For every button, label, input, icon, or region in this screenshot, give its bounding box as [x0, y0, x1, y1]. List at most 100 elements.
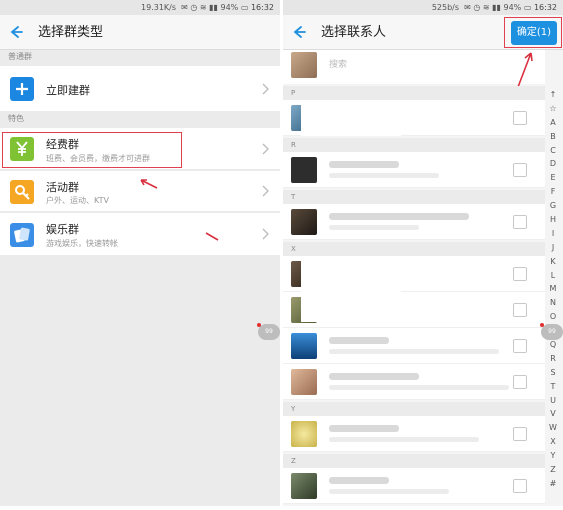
select-checkbox[interactable] [513, 215, 527, 229]
select-checkbox[interactable] [513, 303, 527, 317]
contact-detail [329, 349, 499, 354]
select-checkbox[interactable] [513, 111, 527, 125]
index-letter[interactable]: F [543, 185, 563, 199]
select-checkbox[interactable] [513, 375, 527, 389]
index-letter[interactable]: J [543, 241, 563, 255]
index-letter[interactable]: A [543, 116, 563, 130]
group-type-screen: 19.31K/s ✉ ◷ ≋ ▮▮ 94% ▭ 16:32 选择群类型 普通群 … [0, 0, 280, 506]
index-letter[interactable]: N [543, 296, 563, 310]
redaction [301, 100, 401, 136]
index-letter[interactable]: E [543, 171, 563, 185]
network-speed: 525b/s [431, 3, 460, 12]
index-letter[interactable]: U [543, 394, 563, 408]
avatar [291, 369, 317, 395]
contact-name [329, 213, 469, 220]
avatar [291, 157, 317, 183]
index-letter[interactable]: L [543, 269, 563, 283]
contact-row[interactable] [283, 204, 545, 240]
index-letter[interactable]: R [543, 352, 563, 366]
group-header-t: T [283, 190, 545, 204]
index-letter[interactable]: Q [543, 338, 563, 352]
group-header-p: P [283, 86, 545, 100]
index-letter[interactable]: K [543, 255, 563, 269]
index-letter[interactable]: W [543, 421, 563, 435]
page-title: 选择群类型 [38, 25, 104, 40]
index-letter[interactable]: Y [543, 449, 563, 463]
index-letter[interactable]: ☆ [543, 102, 563, 116]
section-label-normal: 普通群 [0, 50, 280, 64]
select-contact-screen: 525b/s ✉ ◷ ≋ ▮▮ 94% ▭ 16:32 选择联系人 确定(1) … [283, 0, 563, 506]
status-bar: 19.31K/s ✉ ◷ ≋ ▮▮ 94% ▭ 16:32 [0, 0, 280, 15]
contact-detail [329, 437, 479, 442]
page-title: 选择联系人 [321, 25, 387, 40]
group-header-x: X [283, 242, 545, 256]
index-letter[interactable]: Z [543, 463, 563, 477]
redaction [301, 256, 401, 322]
index-letter[interactable]: ↑ [543, 88, 563, 102]
annotation-arrow [140, 179, 158, 189]
entertainment-group-row[interactable]: 娱乐群 游戏娱乐，快速转帐 [0, 213, 280, 256]
select-checkbox[interactable] [513, 339, 527, 353]
index-letter[interactable]: X [543, 435, 563, 449]
floating-bubble[interactable]: 99 [540, 323, 563, 340]
chevron-right-icon [262, 228, 270, 240]
index-letter[interactable]: S [543, 366, 563, 380]
avatar [291, 473, 317, 499]
contact-name [329, 337, 389, 344]
avatar [291, 52, 317, 78]
status-bar: 525b/s ✉ ◷ ≋ ▮▮ 94% ▭ 16:32 [283, 0, 563, 15]
avatar [291, 209, 317, 235]
contact-name [329, 425, 399, 432]
back-arrow-icon[interactable] [291, 24, 307, 40]
contact-row[interactable] [283, 468, 545, 504]
section-label-special: 特色 [0, 112, 280, 126]
highlight-box [504, 17, 562, 48]
index-letter[interactable]: # [543, 477, 563, 491]
contact-row[interactable] [283, 328, 545, 364]
index-letter[interactable]: B [543, 130, 563, 144]
index-letter[interactable]: D [543, 157, 563, 171]
contact-row[interactable] [283, 416, 545, 452]
create-group-row[interactable]: 立即建群 [0, 66, 280, 112]
alphabet-index[interactable]: ↑☆ABCDEFGHIJKLMNOPQRSTUVWXYZ# [543, 88, 563, 491]
select-checkbox[interactable] [513, 479, 527, 493]
index-letter[interactable]: H [543, 213, 563, 227]
battery-level: 94% [503, 3, 522, 12]
group-header-r: R [283, 138, 545, 152]
highlight-box [2, 132, 182, 168]
clock: 16:32 [533, 3, 557, 12]
index-letter[interactable]: V [543, 407, 563, 421]
chevron-right-icon [262, 143, 270, 155]
index-letter[interactable]: G [543, 199, 563, 213]
select-checkbox[interactable] [513, 267, 527, 281]
avatar [291, 421, 317, 447]
search-bar[interactable]: 搜索 [283, 50, 545, 84]
cards-icon [10, 223, 34, 247]
network-speed: 19.31K/s [141, 3, 177, 12]
index-letter[interactable]: M [543, 282, 563, 296]
contact-name [329, 373, 419, 380]
annotation-mark [205, 232, 219, 241]
search-input[interactable]: 搜索 [329, 50, 347, 80]
index-letter[interactable]: C [543, 144, 563, 158]
battery-level: 94% [220, 3, 239, 12]
row-desc: 户外、运动、KTV [46, 196, 109, 205]
chevron-right-icon [262, 185, 270, 197]
index-letter[interactable]: T [543, 380, 563, 394]
index-letter[interactable]: O [543, 310, 563, 324]
row-name: 活动群 [46, 181, 79, 194]
row-name: 娱乐群 [46, 223, 79, 236]
top-bar: 选择群类型 [0, 15, 280, 50]
group-header-y: Y [283, 402, 545, 416]
floating-bubble[interactable]: 99 [257, 323, 280, 340]
select-checkbox[interactable] [513, 163, 527, 177]
index-letter[interactable]: I [543, 227, 563, 241]
contact-name [329, 477, 389, 484]
chevron-right-icon [262, 83, 270, 95]
contact-name [329, 161, 399, 168]
contact-row[interactable] [283, 152, 545, 188]
back-arrow-icon[interactable] [8, 24, 24, 40]
select-checkbox[interactable] [513, 427, 527, 441]
contact-detail [329, 225, 419, 230]
contact-row[interactable] [283, 364, 545, 400]
